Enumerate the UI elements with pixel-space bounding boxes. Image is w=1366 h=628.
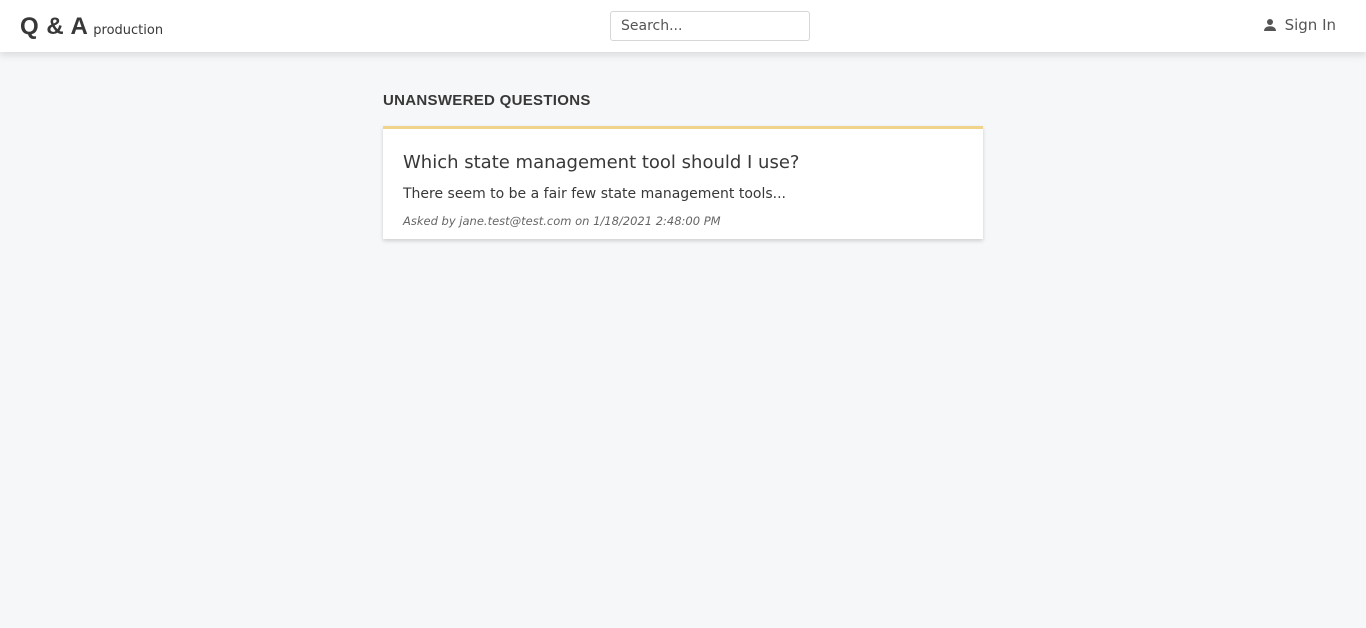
page-title: UNANSWERED QUESTIONS: [383, 92, 591, 109]
user-icon: [1263, 18, 1277, 32]
app-header: Q & A production Sign In: [0, 0, 1366, 52]
search-input[interactable]: [610, 11, 810, 41]
main-content: UNANSWERED QUESTIONS Which state managem…: [383, 52, 983, 239]
brand-environment: production: [93, 23, 164, 38]
question-list: Which state management tool should I use…: [383, 126, 983, 239]
brand-link[interactable]: Q & A production: [20, 13, 163, 41]
question-content: There seem to be a fair few state manage…: [403, 186, 786, 202]
sign-in-label: Sign In: [1284, 16, 1336, 34]
question-meta: Asked by jane.test@test.com on 1/18/2021…: [403, 214, 721, 228]
question-title-link[interactable]: Which state management tool should I use…: [403, 152, 963, 174]
question-item: Which state management tool should I use…: [403, 152, 963, 229]
sign-in-button[interactable]: Sign In: [1263, 16, 1336, 34]
brand-name: Q & A: [20, 13, 89, 40]
